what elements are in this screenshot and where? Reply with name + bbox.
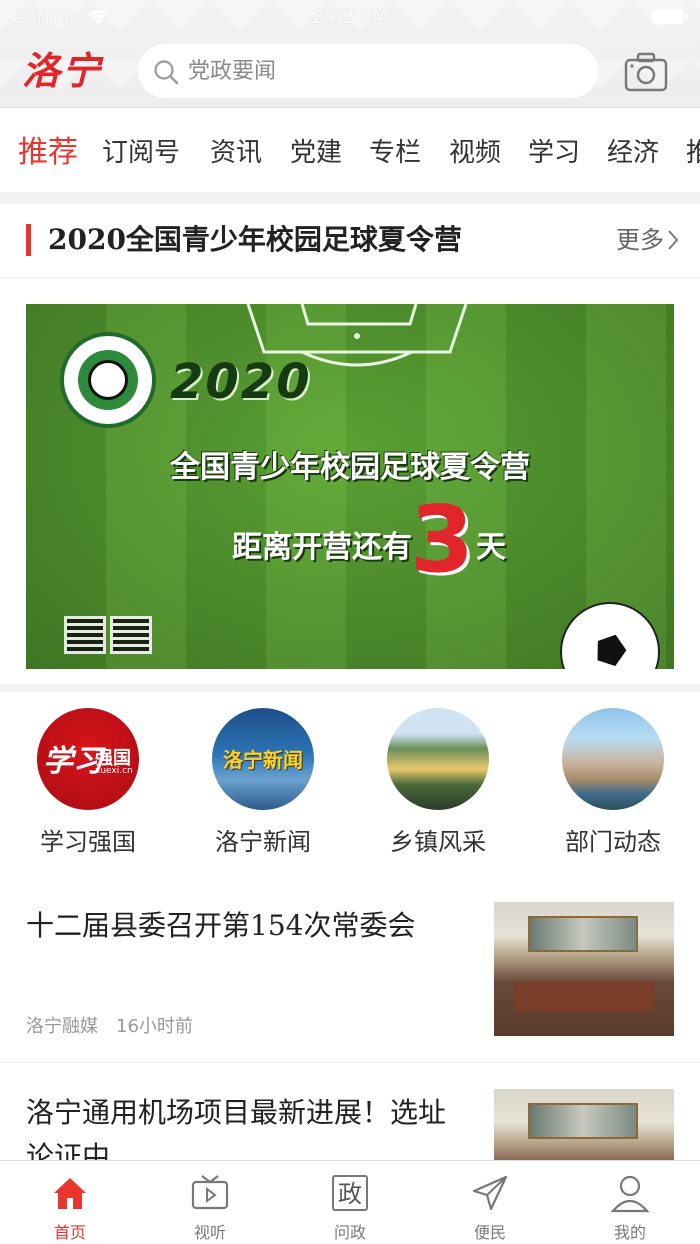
section-header: 2020全国青少年校园足球夏令营 更多 [0,204,700,278]
quick-link-towns[interactable]: 乡镇风采 [367,708,507,858]
tab-more-partial[interactable]: 推 [686,108,700,194]
bottom-tab-bar: 首页 视听 政 问政 便民 我的 [0,1160,700,1244]
chevron-right-icon[interactable] [666,228,680,252]
banner-days-unit: 天 [476,530,506,565]
quick-link-luoning-news[interactable]: 洛宁新闻 洛宁新闻 [192,708,332,858]
news-title: 十二届县委召开第154次常委会 [26,909,416,942]
news-item[interactable]: 十二届县委召开第154次常委会 洛宁融媒 16小时前 [0,880,700,1062]
app-header: Carrier 2:32 PM 洛宁 [0,0,700,108]
tabbar-inquiry[interactable]: 政 问政 [280,1161,420,1244]
tab-economy[interactable]: 经济 [607,108,659,194]
quick-link-label: 部门动态 [565,828,661,856]
quick-link-label: 学习强国 [40,828,136,856]
tabbar-home[interactable]: 首页 [0,1161,140,1244]
quick-link-departments[interactable]: 部门动态 [542,708,682,858]
banner-year: 2020 [170,354,312,410]
send-icon [472,1175,508,1211]
xuexi-logo-text: 学习 [43,744,103,779]
banner-days: 3 [410,486,475,593]
search-icon [154,60,179,85]
tab-column[interactable]: 专栏 [369,108,421,194]
status-time: 2:32 PM [311,6,389,28]
news-source: 洛宁融媒 [26,1016,98,1037]
news-thumbnail [494,1089,674,1160]
tabbar-label: 问政 [333,1223,366,1242]
thumbnail-painting [528,1103,638,1139]
banner-image[interactable]: 2020 全国青少年校园足球夏令营 距离开营还有 3 天 [26,304,674,669]
tabbar-profile[interactable]: 我的 [560,1161,700,1244]
thumbnail-painting [528,916,638,952]
tabbar-label: 便民 [473,1223,506,1242]
search-bar[interactable] [138,44,598,98]
tabbar-media[interactable]: 视听 [140,1161,280,1244]
tabbar-label: 我的 [613,1223,646,1242]
xuexi-logo-icon: 学习 强国 xuexi.cn [37,708,139,810]
home-icon [54,1178,86,1209]
news-time: 16小时前 [116,1016,193,1037]
thumbnail-table [514,982,654,1012]
qr-code-icon [110,616,152,654]
tabbar-services[interactable]: 便民 [420,1161,560,1244]
tabbar-label: 首页 [53,1223,86,1242]
section-gap [0,684,700,692]
tab-study[interactable]: 学习 [528,108,580,194]
section-title: 2020全国青少年校园足球夏令营 [48,223,462,256]
tab-recommend[interactable]: 推荐 [18,108,78,194]
xuexi-logo-url: xuexi.cn [95,766,133,776]
more-link[interactable]: 更多 [616,220,664,260]
news-item[interactable]: 洛宁通用机场项目最新进展！选址论证中…… [0,1063,700,1160]
quick-link-label: 洛宁新闻 [215,828,311,856]
status-bar: Carrier 2:32 PM [0,0,700,36]
search-input[interactable] [188,44,578,98]
tab-party[interactable]: 党建 [290,108,342,194]
battery-icon [652,10,688,24]
tab-news[interactable]: 资讯 [210,108,262,194]
tabs-divider [0,192,700,204]
banner-title: 全国青少年校园足球夏令营 [170,450,530,485]
luoning-news-logo-icon: 洛宁新闻 [212,708,314,810]
news-title: 洛宁通用机场项目最新进展！选址论证中…… [26,1096,447,1160]
section-accent-bar [26,224,31,256]
town-landscape-icon [387,708,489,810]
tabbar-label: 视听 [193,1223,226,1242]
app-logo: 洛宁 [22,48,103,93]
city-skyline-icon [562,708,664,810]
banner-countdown: 距离开营还有 [232,530,412,565]
tv-icon [191,1175,229,1210]
user-icon [610,1175,650,1213]
zheng-icon: 政 [332,1175,368,1211]
category-tabs: 推荐 订阅号 资讯 党建 专栏 视频 学习 经济 推 [0,108,700,194]
quick-link-label: 乡镇风采 [390,828,486,856]
quick-link-xuexi[interactable]: 学习 强国 xuexi.cn 学习强国 [17,708,157,858]
camera-icon[interactable] [624,52,668,92]
zheng-icon-text: 政 [338,1180,362,1208]
luoning-news-logo-text: 洛宁新闻 [223,748,303,772]
football-camp-badge [60,332,156,428]
tab-video[interactable]: 视频 [449,108,501,194]
badge-ball-icon [88,360,128,400]
qr-code-icon [64,616,106,654]
news-thumbnail [494,902,674,1036]
tab-subscriptions[interactable]: 订阅号 [102,108,180,194]
